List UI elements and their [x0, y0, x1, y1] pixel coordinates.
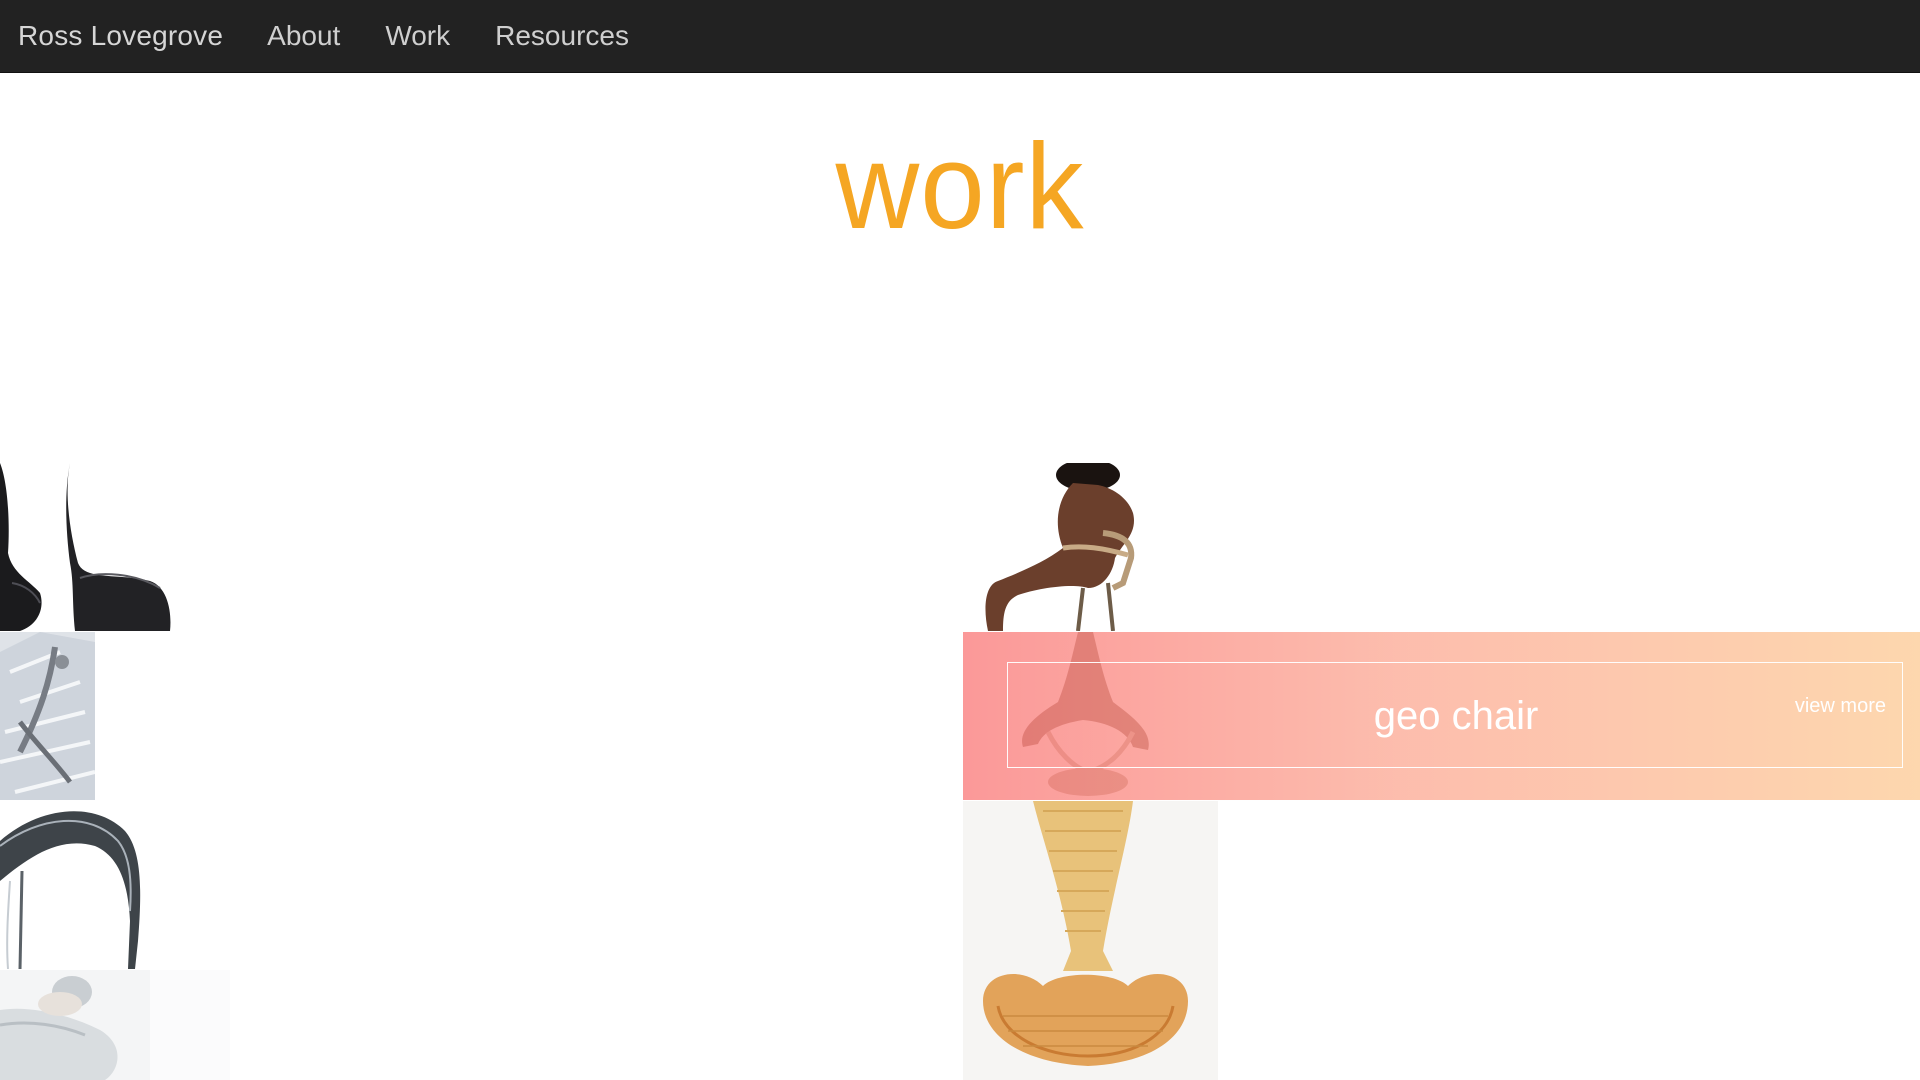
nav-link-work[interactable]: Work — [385, 20, 450, 52]
dark-chairs-image — [0, 463, 175, 631]
nav-link-resources[interactable]: Resources — [495, 20, 629, 52]
brand-link[interactable]: Ross Lovegrove — [18, 20, 223, 52]
white-curved-chair-image — [0, 801, 142, 969]
work-thumbnail-reclining-pod[interactable] — [0, 970, 230, 1080]
featured-item-title: geo chair — [1373, 694, 1539, 738]
view-more-link[interactable]: view more — [1795, 695, 1886, 718]
work-thumbnail-translucent-chair[interactable] — [0, 632, 95, 800]
reclining-pod-image — [0, 970, 230, 1080]
nav-link-about[interactable]: About — [267, 20, 340, 52]
work-thumbnail-dark-chairs[interactable] — [0, 463, 175, 631]
page-title-text: work — [835, 117, 1085, 255]
work-thumbnail-wicker-chair[interactable] — [963, 801, 1218, 1080]
wicker-chair-image — [963, 801, 1218, 1080]
work-thumbnail-white-curved-chair[interactable] — [0, 801, 142, 969]
featured-item-frame: geo chair view more — [1007, 662, 1903, 768]
featured-item-overlay[interactable]: geo chair view more — [963, 632, 1920, 800]
seated-woman-image — [963, 463, 1218, 631]
page-title: work — [0, 117, 1920, 255]
translucent-chair-image — [0, 632, 95, 800]
work-thumbnail-seated-woman[interactable] — [963, 463, 1218, 631]
top-navbar: Ross Lovegrove About Work Resources — [0, 0, 1920, 73]
